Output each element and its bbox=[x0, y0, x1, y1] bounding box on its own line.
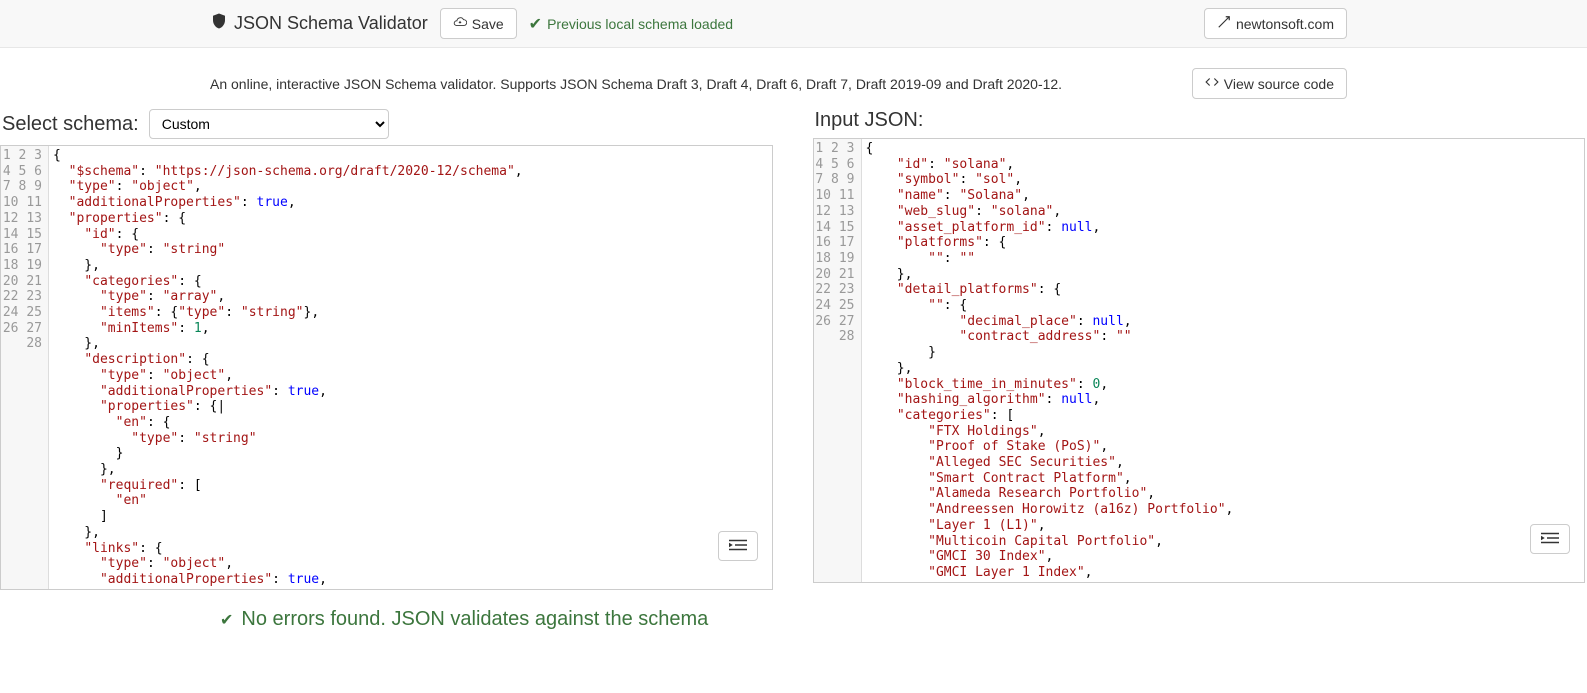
json-code[interactable]: { "id": "solana", "symbol": "sol", "name… bbox=[862, 139, 1585, 582]
topbar: JSON Schema Validator Save Previous loca… bbox=[0, 0, 1587, 48]
topbar-left: JSON Schema Validator Save Previous loca… bbox=[210, 8, 733, 39]
subheader: An online, interactive JSON Schema valid… bbox=[0, 48, 1587, 109]
main-panels: Select schema: Custom 1 2 3 4 5 6 7 8 9 … bbox=[0, 109, 1587, 590]
indent-icon bbox=[1541, 531, 1559, 548]
view-source-label: View source code bbox=[1224, 76, 1334, 92]
newtonsoft-link-button[interactable]: newtonsoft.com bbox=[1204, 8, 1347, 39]
code-icon bbox=[1205, 75, 1219, 92]
indent-icon bbox=[729, 538, 747, 555]
schema-code[interactable]: { "$schema": "https://json-schema.org/dr… bbox=[49, 146, 772, 589]
validation-message: No errors found. JSON validates against … bbox=[241, 608, 708, 631]
view-source-button[interactable]: View source code bbox=[1192, 68, 1347, 99]
json-gutter: 1 2 3 4 5 6 7 8 9 10 11 12 13 14 15 16 1… bbox=[814, 139, 862, 582]
schema-panel-header: Select schema: Custom bbox=[0, 109, 773, 139]
json-panel-header: Input JSON: bbox=[813, 109, 1586, 132]
validation-result: No errors found. JSON validates against … bbox=[0, 590, 1587, 653]
format-json-button[interactable] bbox=[1530, 524, 1570, 554]
json-label: Input JSON: bbox=[815, 109, 924, 132]
schema-gutter: 1 2 3 4 5 6 7 8 9 10 11 12 13 14 15 16 1… bbox=[1, 146, 49, 589]
json-editor[interactable]: 1 2 3 4 5 6 7 8 9 10 11 12 13 14 15 16 1… bbox=[813, 138, 1586, 583]
json-panel: Input JSON: 1 2 3 4 5 6 7 8 9 10 11 12 1… bbox=[813, 109, 1586, 590]
status-loaded-text: Previous local schema loaded bbox=[547, 16, 733, 32]
app-description: An online, interactive JSON Schema valid… bbox=[210, 76, 1062, 92]
check-icon bbox=[529, 14, 542, 34]
schema-editor[interactable]: 1 2 3 4 5 6 7 8 9 10 11 12 13 14 15 16 1… bbox=[0, 145, 773, 590]
external-link-icon bbox=[1217, 15, 1231, 32]
app-brand[interactable]: JSON Schema Validator bbox=[210, 12, 428, 35]
schema-panel: Select schema: Custom 1 2 3 4 5 6 7 8 9 … bbox=[0, 109, 773, 590]
newtonsoft-label: newtonsoft.com bbox=[1236, 16, 1334, 32]
format-schema-button[interactable] bbox=[718, 531, 758, 561]
topbar-right: newtonsoft.com bbox=[1204, 8, 1347, 39]
schema-label: Select schema: bbox=[2, 113, 139, 136]
app-title: JSON Schema Validator bbox=[234, 13, 428, 34]
save-button[interactable]: Save bbox=[440, 8, 517, 39]
save-label: Save bbox=[472, 16, 504, 32]
status-loaded: Previous local schema loaded bbox=[529, 14, 733, 34]
shield-icon bbox=[210, 12, 228, 35]
schema-select[interactable]: Custom bbox=[149, 109, 389, 139]
check-icon bbox=[220, 608, 233, 631]
cloud-save-icon bbox=[453, 15, 467, 32]
